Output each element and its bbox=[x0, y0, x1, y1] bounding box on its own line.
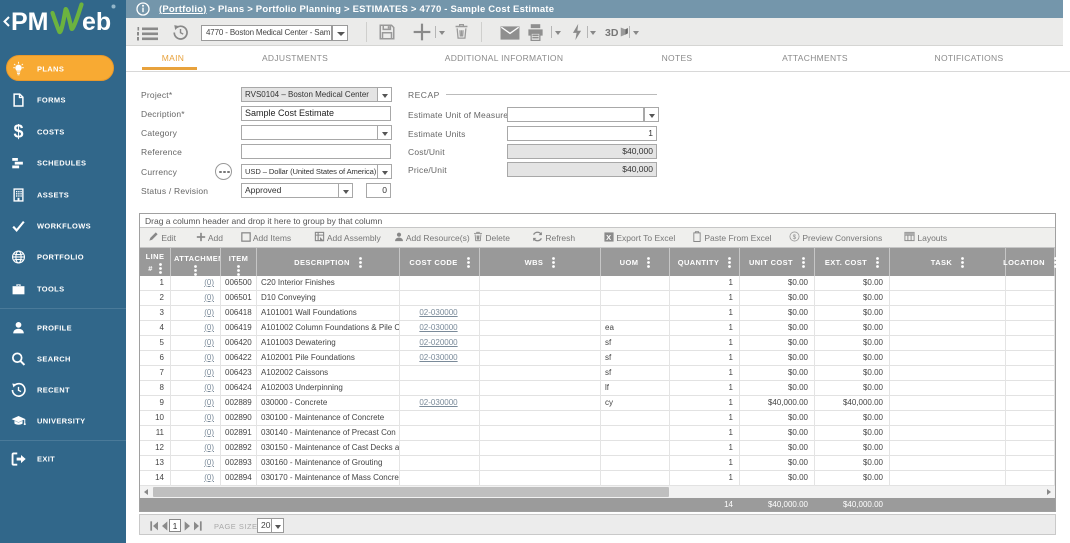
svg-text:X: X bbox=[606, 233, 611, 242]
svg-text:$: $ bbox=[793, 234, 797, 241]
svg-text:eb: eb bbox=[82, 8, 111, 36]
svg-text:PM: PM bbox=[11, 8, 49, 36]
svg-text:3D: 3D bbox=[605, 27, 619, 39]
